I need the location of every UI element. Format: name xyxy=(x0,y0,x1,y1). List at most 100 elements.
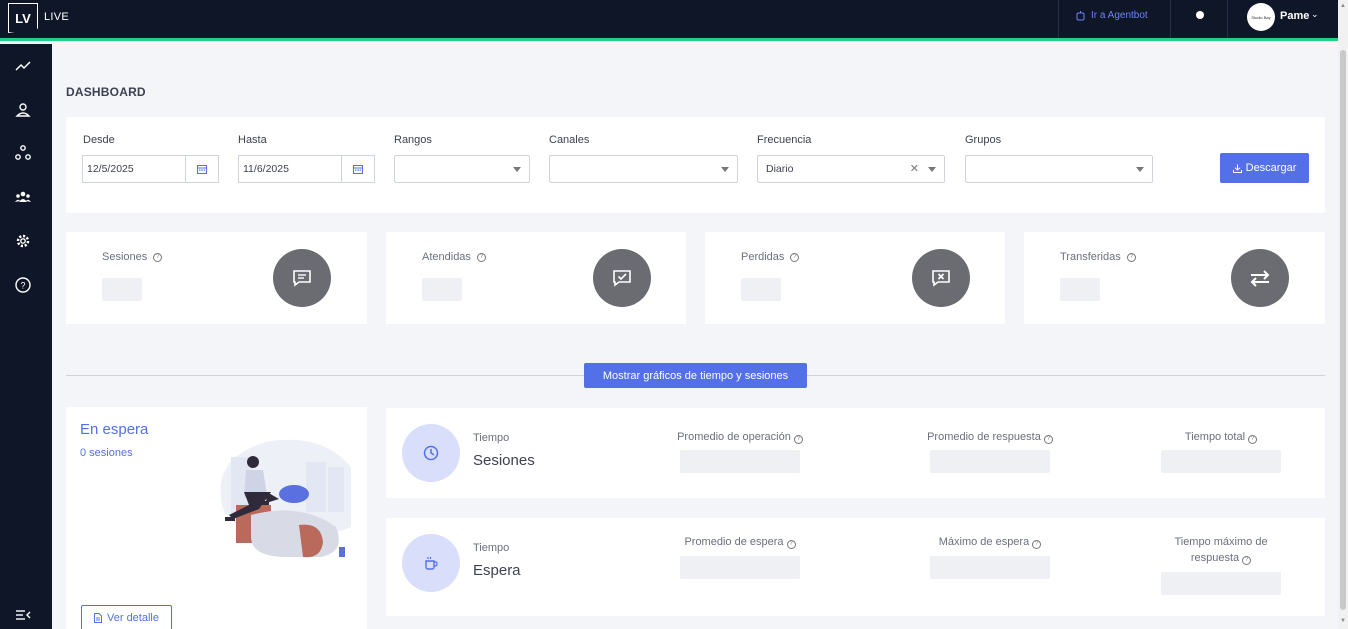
calendar-button[interactable] xyxy=(185,156,218,182)
help-icon: ? xyxy=(15,277,31,293)
calendar-button[interactable] xyxy=(341,156,374,182)
stat-value-placeholder xyxy=(741,278,781,301)
download-button[interactable]: Descargar xyxy=(1220,153,1309,183)
metric-col-text: Promedio de respuesta xyxy=(927,431,1041,443)
view-detail-label: Ver detalle xyxy=(107,612,159,624)
metric-col-text: Tiempo máximo de respuesta xyxy=(1174,536,1268,564)
metric-big-label: Sesiones xyxy=(473,452,535,469)
show-charts-button[interactable]: Mostrar gráficos de tiempo y sesiones xyxy=(584,363,807,388)
agentbot-label: Ir a Agentbot xyxy=(1091,10,1148,21)
help-icon[interactable]: ? xyxy=(1032,539,1042,549)
scrollbar[interactable]: ▲ ▼ xyxy=(1338,0,1348,629)
help-icon[interactable]: ? xyxy=(793,434,803,444)
metric-small-label: Tiempo xyxy=(473,542,510,554)
gear-icon xyxy=(16,234,30,248)
sidebar-item-trend[interactable] xyxy=(13,56,33,76)
app-name: LIVE xyxy=(44,11,70,23)
waiting-panel: En espera 0 sesiones Ver detalle xyxy=(66,407,367,629)
stat-label: Sesiones? xyxy=(102,251,163,263)
metric-col-header: Promedio de espera ? xyxy=(670,534,810,550)
frecuencia-label: Frecuencia xyxy=(757,134,812,146)
chat-check-icon xyxy=(593,249,651,307)
avatar[interactable]: Studio Bay xyxy=(1247,3,1275,31)
rangos-label: Rangos xyxy=(394,134,432,146)
frecuencia-select[interactable]: Diario ✕ xyxy=(757,155,945,183)
hasta-value[interactable]: 11/6/2025 xyxy=(239,156,341,182)
metric-col-header: Tiempo máximo de respuesta ? xyxy=(1151,534,1291,566)
help-icon[interactable]: ? xyxy=(1248,434,1258,444)
canales-select[interactable] xyxy=(549,155,738,183)
coffee-icon xyxy=(402,534,460,592)
rangos-select[interactable] xyxy=(394,155,530,183)
sidebar-item-help[interactable]: ? xyxy=(13,275,33,295)
frecuencia-value: Diario xyxy=(766,163,794,175)
sidebar-item-user[interactable] xyxy=(13,100,33,120)
sidebar: ? xyxy=(0,44,52,629)
team-icon xyxy=(15,191,31,202)
status-indicator[interactable] xyxy=(1196,11,1204,19)
session-time-card: Tiempo Sesiones Promedio de operación ? … xyxy=(386,408,1325,498)
desde-value[interactable]: 12/5/2025 xyxy=(83,156,185,182)
help-icon[interactable]: ? xyxy=(1126,252,1136,262)
grupos-label: Grupos xyxy=(965,134,1002,146)
metric-value-placeholder xyxy=(930,450,1050,473)
help-icon[interactable]: ? xyxy=(790,252,800,262)
metric-col-header: Tiempo total ? xyxy=(1151,429,1291,445)
chevron-down-icon[interactable]: ⌄ xyxy=(1311,9,1319,20)
help-icon[interactable]: ? xyxy=(153,252,163,262)
help-icon[interactable]: ? xyxy=(1242,555,1252,565)
help-icon[interactable]: ? xyxy=(1043,434,1053,444)
collapse-sidebar-button[interactable] xyxy=(13,605,33,625)
calendar-icon xyxy=(197,165,207,174)
scroll-up-arrow[interactable]: ▲ xyxy=(1340,3,1346,9)
metric-col-header: Máximo de espera ? xyxy=(920,534,1060,550)
stat-label: Transferidas? xyxy=(1060,251,1136,263)
metric-col-text: Tiempo total xyxy=(1184,431,1246,443)
chat-icon xyxy=(273,249,331,307)
scrollbar-thumb[interactable] xyxy=(1340,50,1346,610)
sidebar-item-team[interactable] xyxy=(13,187,33,207)
stat-value-placeholder xyxy=(1060,278,1100,301)
user-icon xyxy=(15,103,31,117)
network-icon xyxy=(15,145,31,160)
canales-label: Canales xyxy=(549,134,590,146)
sidebar-item-network[interactable] xyxy=(13,143,33,163)
metric-col-text: Promedio de espera xyxy=(684,536,784,548)
help-icon[interactable]: ? xyxy=(786,539,796,549)
stat-card-sesiones: Sesiones? xyxy=(66,232,367,324)
filters-panel: Desde 12/5/2025 Hasta 11/6/2025 Rangos C… xyxy=(66,117,1325,213)
metric-col-header: Promedio de operación ? xyxy=(670,429,810,445)
metric-value-placeholder xyxy=(680,556,800,579)
separator xyxy=(1227,0,1228,38)
metric-small-label: Tiempo xyxy=(473,432,510,444)
grupos-select[interactable] xyxy=(965,155,1153,183)
chat-x-icon xyxy=(912,249,970,307)
calendar-icon xyxy=(353,165,363,174)
view-detail-button[interactable]: Ver detalle xyxy=(81,605,172,629)
waiting-title: En espera xyxy=(80,421,149,438)
metric-value-placeholder xyxy=(1161,450,1281,473)
metric-value-placeholder xyxy=(680,450,800,473)
stat-label-text: Atendidas xyxy=(422,251,471,263)
desde-date-field[interactable]: 12/5/2025 xyxy=(82,155,219,183)
clear-icon[interactable]: ✕ xyxy=(910,162,919,175)
help-icon[interactable]: ? xyxy=(476,252,486,262)
bot-icon xyxy=(1076,10,1085,20)
download-icon xyxy=(1232,164,1242,173)
scroll-down-arrow[interactable]: ▼ xyxy=(1340,618,1346,624)
logo[interactable]: LV xyxy=(8,3,38,33)
caret-down-icon xyxy=(928,167,936,172)
stat-label: Perdidas? xyxy=(741,251,800,263)
sidebar-item-settings[interactable] xyxy=(13,231,33,251)
stat-label: Atendidas? xyxy=(422,251,486,263)
separator xyxy=(1170,0,1171,38)
user-name[interactable]: Pame xyxy=(1280,10,1309,22)
hasta-date-field[interactable]: 11/6/2025 xyxy=(238,155,375,183)
agentbot-link[interactable]: Ir a Agentbot xyxy=(1076,10,1148,21)
hasta-label: Hasta xyxy=(238,134,267,146)
stat-card-perdidas: Perdidas? xyxy=(705,232,1005,324)
metric-col-text: Promedio de operación xyxy=(677,431,791,443)
desde-label: Desde xyxy=(83,134,115,146)
caret-down-icon xyxy=(721,167,729,172)
svg-text:?: ? xyxy=(20,281,25,291)
